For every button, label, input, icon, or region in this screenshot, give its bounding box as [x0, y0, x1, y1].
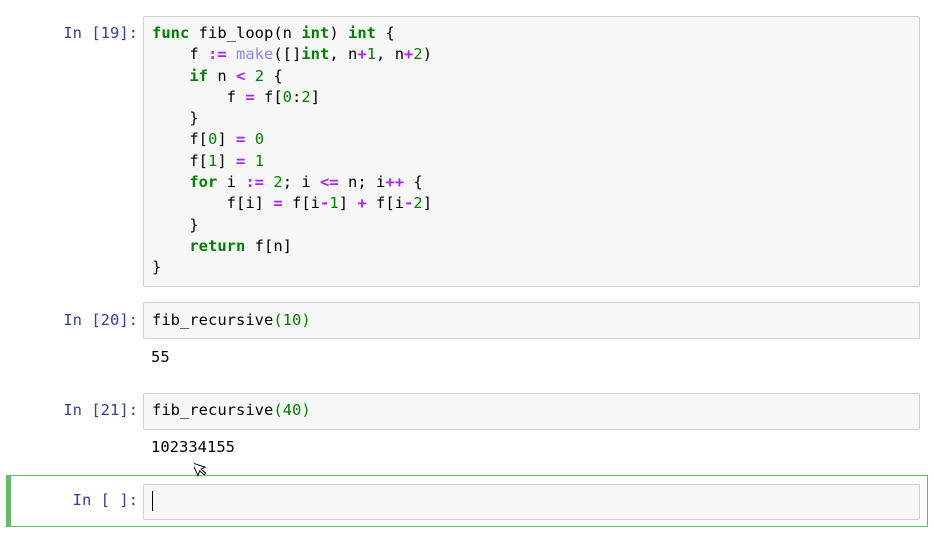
call-args: (10)	[273, 311, 311, 329]
cell-21-code[interactable]: fib_recursive(40)	[152, 400, 311, 421]
code-line: f[i] = f[i-1] + f[i-2]	[152, 194, 433, 213]
cell-20-prompt: In [20]:	[63, 311, 138, 329]
cell-20-code[interactable]: fib_recursive(10)	[152, 310, 311, 331]
code-line: for i := 2; i <= n; i++ {	[189, 173, 423, 192]
code-line: }	[152, 215, 199, 234]
code-line: func fib_loop(n int) int {	[152, 24, 395, 42]
func-name: fib_recursive	[152, 401, 274, 419]
cell-20-output: 55	[151, 348, 170, 366]
code-line: if n < 2 {	[189, 66, 283, 85]
code-line: }	[152, 109, 199, 128]
cell-empty-prompt: In [ ]:	[72, 491, 138, 509]
cell-19-prompt: In [19]:	[63, 24, 138, 42]
cell-19-code[interactable]: func fib_loop(n int) int { f := make([]i…	[152, 23, 432, 279]
code-line: f[0] = 0	[152, 130, 265, 149]
code-line: f[1] = 1	[152, 151, 265, 170]
code-line: return f[n]	[189, 236, 292, 255]
code-line: f = f[0:2]	[152, 87, 321, 106]
func-name: fib_recursive	[152, 311, 274, 329]
text-cursor	[152, 491, 153, 511]
mouse-pointer-icon	[194, 462, 207, 477]
call-args: (40)	[273, 401, 311, 419]
cell-21-output: 102334155	[151, 438, 235, 456]
cell-21-prompt: In [21]:	[63, 401, 138, 419]
cell-empty-input[interactable]	[143, 484, 920, 520]
code-line: }	[152, 258, 162, 277]
code-line: f := make([]int, n+1, n+2)	[152, 45, 433, 64]
